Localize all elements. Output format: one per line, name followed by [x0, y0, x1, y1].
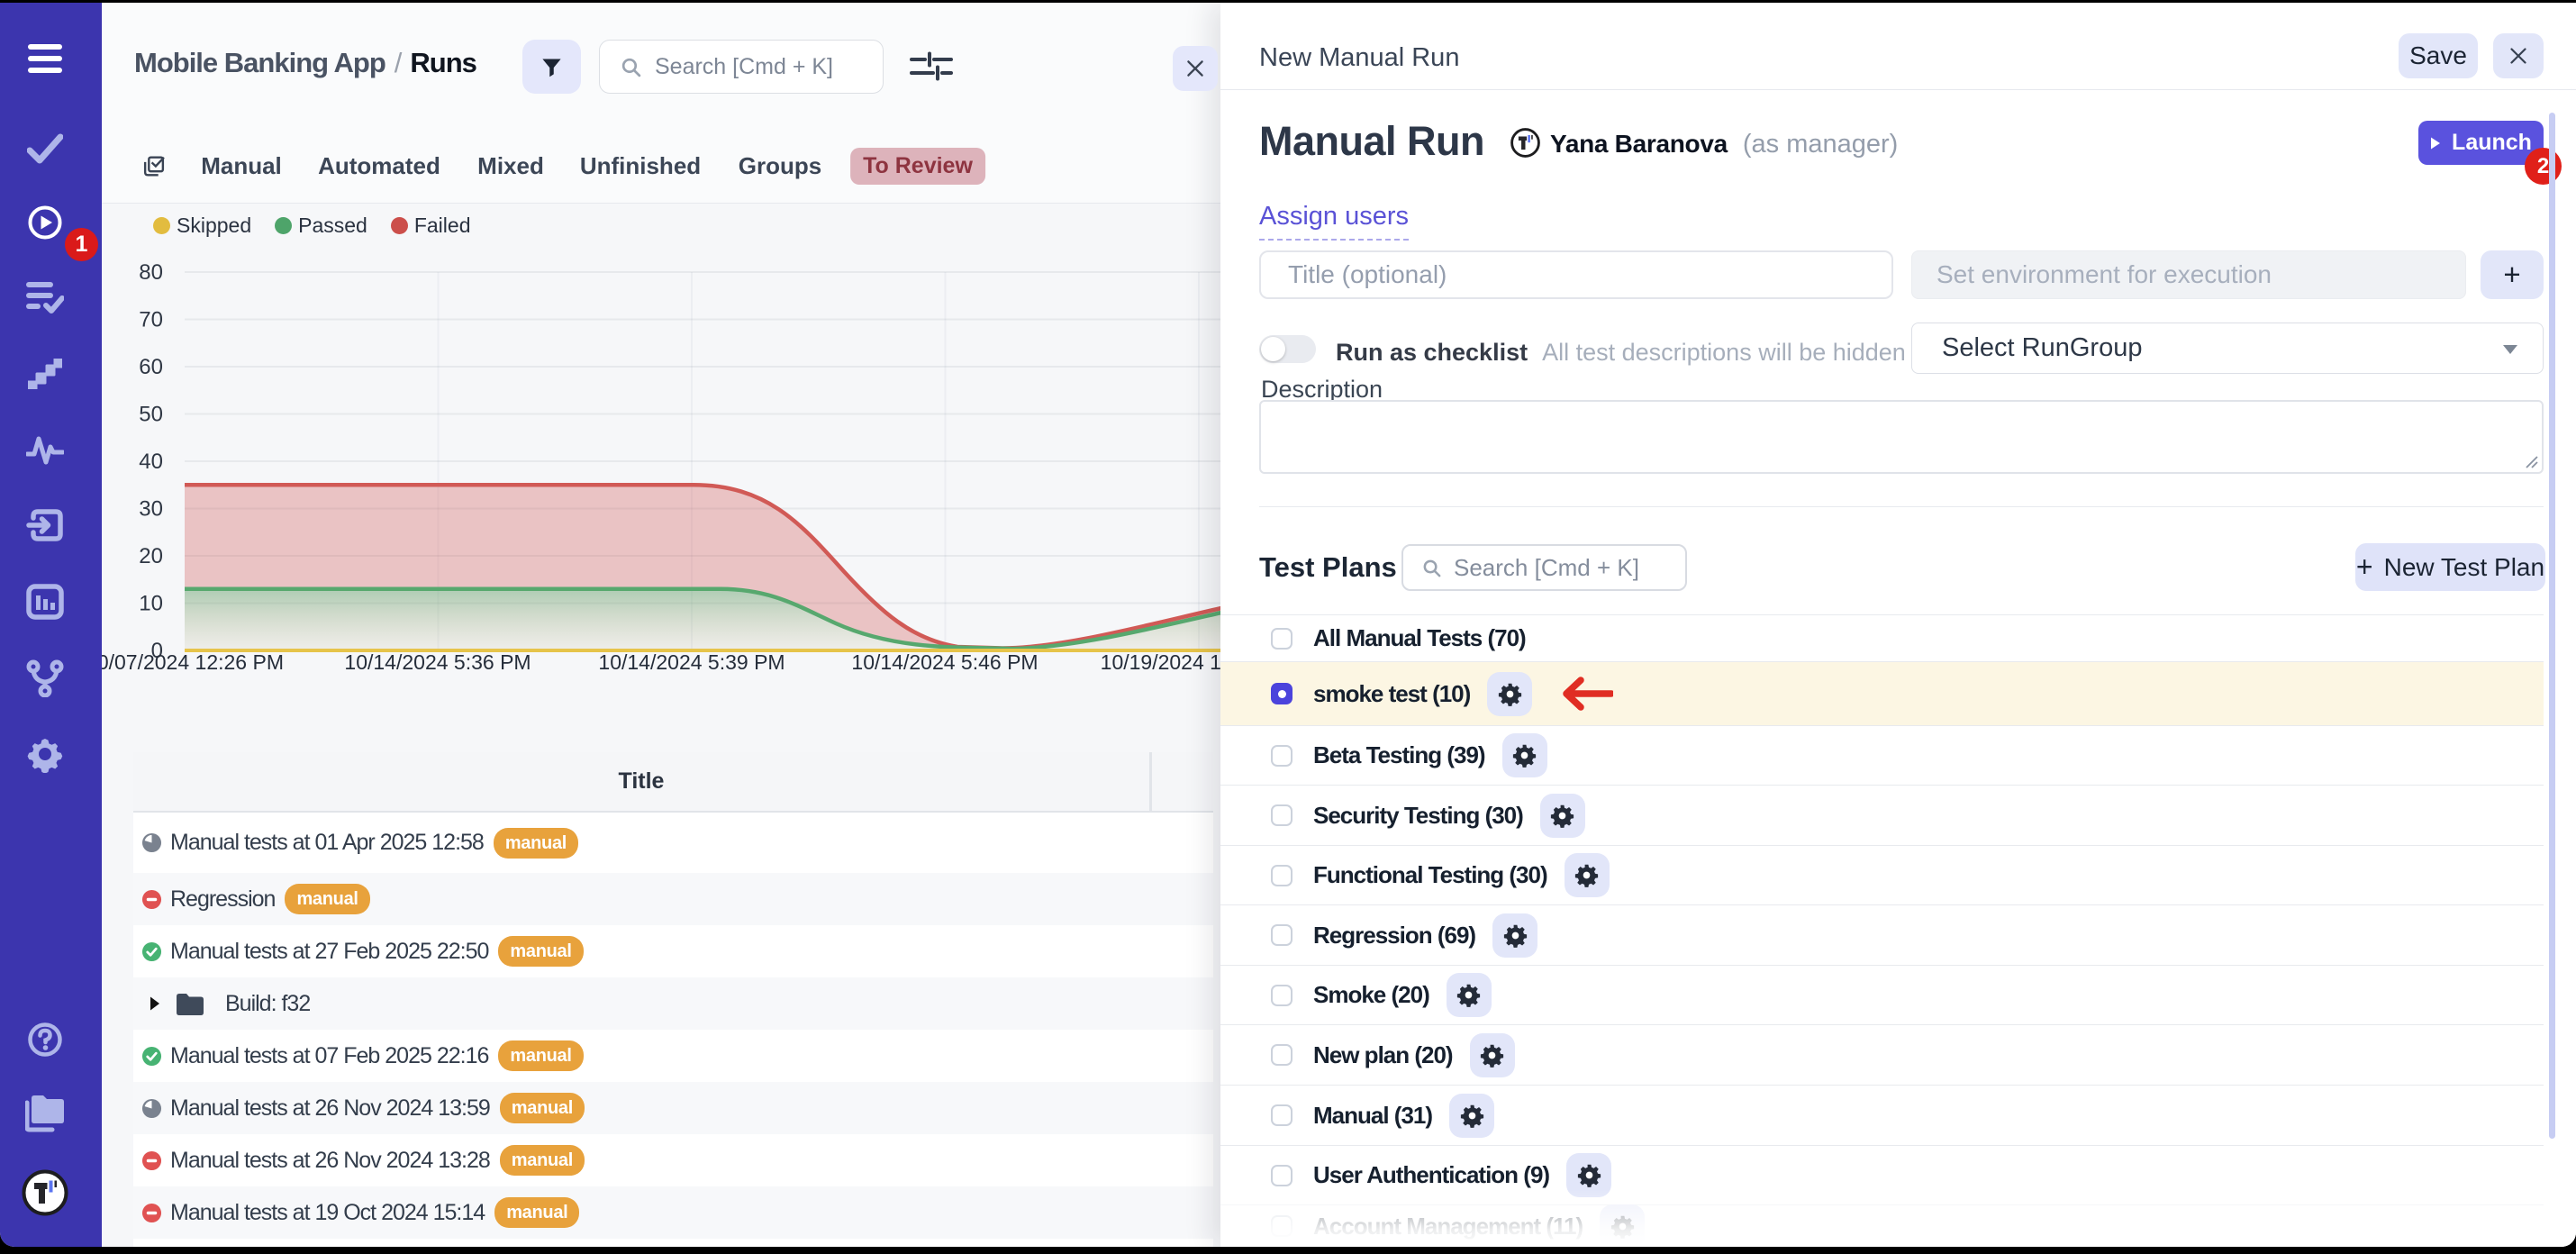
svg-text:20: 20 — [139, 544, 163, 568]
svg-text:60: 60 — [139, 355, 163, 379]
svg-text:10: 10 — [139, 592, 163, 616]
svg-text:50: 50 — [139, 403, 163, 427]
svg-text:40: 40 — [139, 450, 163, 474]
svg-text:70: 70 — [139, 308, 163, 332]
svg-text:80: 80 — [139, 260, 163, 285]
svg-text:30: 30 — [139, 497, 163, 522]
